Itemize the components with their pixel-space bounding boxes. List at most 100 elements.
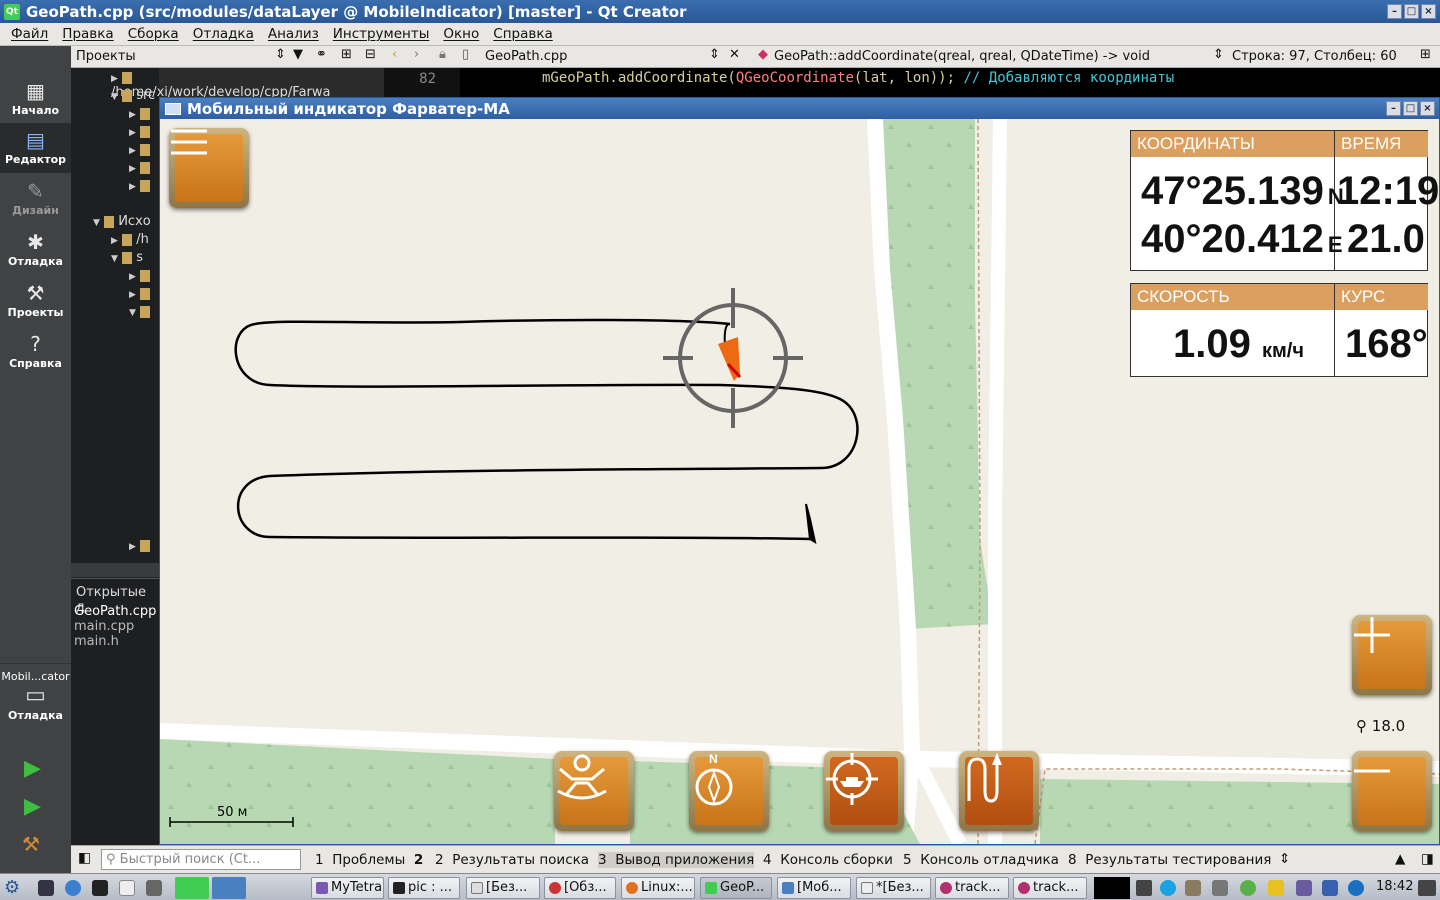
minimize-button[interactable]: – — [1386, 101, 1401, 116]
update-icon[interactable] — [1240, 880, 1256, 896]
tree-item[interactable]: ▶ /h — [111, 232, 149, 250]
function-dropdown-icon[interactable]: ⇕ — [1213, 47, 1224, 62]
taskbar-item[interactable]: [Обз... — [544, 877, 616, 899]
editor-launcher-icon[interactable] — [119, 880, 135, 896]
tab-debugger-console[interactable]: 5 Консоль отладчика — [903, 852, 1059, 868]
taskbar-item[interactable]: [Моб... — [777, 877, 851, 899]
close-button[interactable]: × — [1420, 101, 1435, 116]
menu-analyze[interactable]: Анализ — [261, 26, 326, 42]
open-doc-item[interactable]: main.h — [74, 634, 119, 649]
target-selector[interactable]: Mobil...cator ▭ Отладка — [0, 663, 71, 741]
menu-button[interactable] — [169, 128, 249, 208]
tree-item-sources[interactable]: ▼ Исхо — [93, 214, 151, 232]
tree-item[interactable]: ▶ — [129, 142, 151, 160]
filter-icon[interactable]: ▼ — [293, 47, 303, 62]
terminal-launcher-icon[interactable] — [92, 880, 108, 896]
mode-welcome[interactable]: ▦ Начало — [0, 74, 71, 124]
code-editor[interactable]: 82 mGeoPath.addCoordinate(QGeoCoordinate… — [384, 68, 1440, 98]
accessibility-icon[interactable] — [1348, 880, 1364, 896]
map-view[interactable]: 50 м КООРДИНАТЫ ВРЕМЯ 47°25.139 N 40°20.4… — [160, 119, 1439, 844]
menu-window[interactable]: Окно — [436, 26, 486, 42]
workspace-icon[interactable] — [212, 877, 246, 899]
close-file-icon[interactable]: ✕ — [729, 47, 740, 62]
taskbar-item[interactable]: [Без... — [466, 877, 540, 899]
taskbar-item[interactable]: pic : ... — [388, 877, 460, 899]
menu-file[interactable]: Файл — [4, 26, 55, 42]
tree-item[interactable]: ▼ — [129, 304, 151, 322]
tree-item[interactable]: ▶ — [129, 286, 151, 304]
keyboard-icon[interactable] — [1296, 880, 1312, 896]
zoom-in-button[interactable] — [1352, 615, 1432, 695]
start-menu-icon[interactable]: ⚙ — [4, 877, 20, 898]
maximize-pane-icon[interactable]: ▲ — [1395, 851, 1405, 867]
open-doc-item[interactable]: GeoPath.cpp — [74, 604, 156, 619]
tree-item[interactable]: ▶ — [129, 538, 151, 556]
menu-edit[interactable]: Правка — [55, 26, 120, 42]
open-doc-item[interactable]: main.cpp — [74, 619, 134, 634]
taskbar-item[interactable]: *[Без... — [856, 877, 931, 899]
launcher-icon[interactable] — [38, 880, 54, 896]
tree-item-root[interactable]: ▶ /home/xi/work/develop/cpp/Farwa — [111, 70, 341, 100]
build-button[interactable]: ⚒ — [22, 832, 40, 856]
volume-icon[interactable] — [1136, 880, 1152, 896]
link-icon[interactable]: ⚭ — [316, 47, 327, 62]
menu-help[interactable]: Справка — [486, 26, 559, 42]
function-select[interactable]: GeoPath::addCoordinate(qreal, qreal, QDa… — [774, 49, 1150, 64]
taskbar-item[interactable]: MyTetra — [311, 877, 384, 899]
maximize-button[interactable]: □ — [1404, 4, 1419, 19]
mode-debug[interactable]: ✱ Отладка — [0, 225, 71, 275]
tabs-dropdown-icon[interactable]: ⇕ — [1279, 851, 1290, 867]
network-icon[interactable] — [1212, 880, 1228, 896]
tab-test-results[interactable]: 8 Результаты тестирования — [1068, 852, 1271, 868]
taskbar-item[interactable]: track... — [935, 877, 1009, 899]
center-vessel-button[interactable] — [824, 751, 904, 831]
forward-icon[interactable]: › — [414, 47, 419, 62]
maximize-button[interactable]: □ — [1403, 101, 1418, 116]
split-editor-icon[interactable]: ⊞ — [1420, 47, 1431, 62]
tab-search-results[interactable]: 2 Результаты поиска — [435, 852, 589, 868]
projects-dropdown-icon[interactable]: ⇕ — [275, 47, 286, 62]
quick-search-input[interactable]: ⚲ Быстрый поиск (Ct... — [101, 849, 301, 870]
file-dropdown-icon[interactable]: ⇕ — [709, 47, 720, 62]
dropbox-icon[interactable] — [1322, 880, 1338, 896]
minimize-button[interactable]: – — [1387, 4, 1402, 19]
qt-launcher-icon[interactable] — [175, 877, 209, 899]
tab-application-output[interactable]: 3 Вывод приложения — [598, 852, 755, 868]
tab-problems[interactable]: 1 Проблемы 2 — [315, 852, 423, 868]
sidebar-right-toggle-icon[interactable]: ◨ — [1421, 851, 1434, 867]
browser-launcher-icon[interactable] — [65, 880, 81, 896]
calculator-launcher-icon[interactable] — [146, 880, 162, 896]
mode-design[interactable]: ✎ Дизайн — [0, 174, 71, 224]
split-icon[interactable]: ⊞ — [341, 47, 352, 62]
tab-compile-output[interactable]: 4 Консоль сборки — [763, 852, 893, 868]
sidebar-toggle-icon[interactable]: ◧ — [78, 850, 91, 866]
clipboard-icon[interactable] — [1185, 880, 1201, 896]
close-button[interactable]: × — [1421, 4, 1436, 19]
mode-editor[interactable]: ▤ Редактор — [0, 123, 71, 173]
mode-projects[interactable]: ⚒ Проекты — [0, 276, 71, 326]
taskbar-item[interactable]: GeoP... — [700, 877, 772, 899]
taskbar-item[interactable]: Linux:... — [621, 877, 695, 899]
close-panel-icon[interactable]: ⊟ — [365, 47, 376, 62]
man-overboard-button[interactable] — [554, 751, 634, 831]
track-button[interactable] — [959, 751, 1039, 831]
menu-tools[interactable]: Инструменты — [326, 26, 437, 42]
menu-debug[interactable]: Отладка — [186, 26, 261, 42]
tree-item[interactable]: ▶ — [129, 178, 151, 196]
compass-button[interactable]: N — [689, 751, 769, 831]
tree-item[interactable]: ▶ — [129, 160, 151, 178]
tree-item[interactable]: ▶ — [129, 268, 151, 286]
zoom-out-button[interactable] — [1352, 751, 1432, 831]
tree-item[interactable]: ▼ s — [111, 250, 143, 268]
menu-build[interactable]: Сборка — [121, 26, 186, 42]
horizontal-scrollbar[interactable] — [71, 563, 159, 577]
mode-help[interactable]: ? Справка — [0, 327, 71, 377]
back-icon[interactable]: ‹ — [392, 47, 397, 62]
star-icon[interactable] — [1268, 880, 1284, 896]
open-file-select[interactable]: GeoPath.cpp — [485, 49, 567, 64]
tree-item[interactable]: ▶ — [129, 106, 151, 124]
run-button[interactable]: ▶ — [24, 756, 41, 781]
skype-icon[interactable] — [1160, 880, 1176, 896]
tree-item-src[interactable]: ▼ src — [111, 88, 155, 106]
projects-view-select[interactable]: Проекты — [76, 49, 136, 64]
